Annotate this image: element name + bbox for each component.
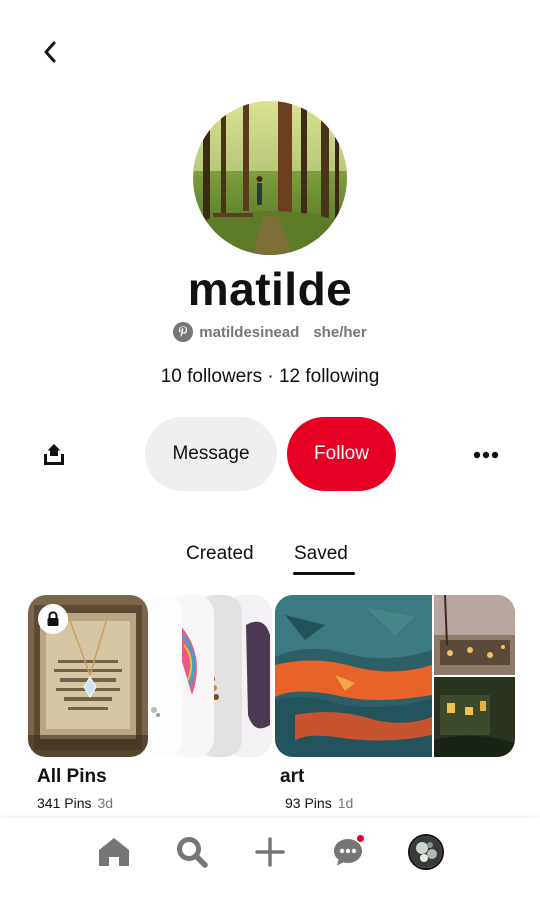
more-horizontal-icon: [473, 451, 499, 459]
board-meta: 341 Pins 3d: [28, 795, 272, 811]
board-cover-collage: [275, 595, 515, 757]
board-card-art[interactable]: art 93 Pins 1d: [275, 595, 515, 811]
chevron-left-icon: [44, 41, 56, 63]
back-button[interactable]: [30, 34, 70, 70]
nav-search[interactable]: [172, 832, 212, 872]
profile-avatar[interactable]: [193, 101, 347, 255]
message-button[interactable]: Message: [145, 417, 277, 491]
follow-stats[interactable]: 10 followers · 12 following: [0, 366, 540, 388]
tab-created[interactable]: Created: [186, 543, 254, 565]
pinterest-logo-icon: [173, 322, 194, 342]
nav-home[interactable]: [94, 832, 134, 872]
nav-create[interactable]: [250, 832, 290, 872]
home-icon: [99, 838, 129, 866]
notification-dot: [356, 834, 365, 843]
share-icon: [44, 444, 64, 465]
board-age: 3d: [97, 795, 114, 811]
nav-profile-avatar: [408, 834, 444, 870]
profile-pronouns: she/her: [313, 323, 367, 341]
more-options-button[interactable]: [466, 440, 506, 470]
board-pin-count: 341 Pins: [37, 795, 92, 811]
secret-board-badge: [38, 604, 68, 634]
board-cover-image: [275, 595, 515, 757]
bottom-navigation: [0, 818, 540, 900]
plus-icon: [255, 837, 285, 867]
board-title: All Pins: [37, 766, 107, 787]
active-tab-indicator: [293, 572, 355, 575]
avatar-image: [193, 101, 347, 255]
follow-button[interactable]: Follow: [287, 417, 396, 491]
board-age: 1d: [337, 795, 354, 811]
nav-messages[interactable]: [328, 832, 368, 872]
nav-profile[interactable]: [406, 832, 446, 872]
search-icon: [177, 837, 208, 868]
profile-display-name: matilde: [187, 263, 353, 315]
profile-username: matildesinead: [199, 323, 300, 341]
board-cover-stack: [28, 595, 272, 757]
lock-icon: [47, 611, 59, 626]
tab-saved[interactable]: Saved: [294, 543, 348, 565]
board-title: art: [280, 766, 305, 787]
board-pin-count: 93 Pins: [285, 795, 332, 811]
board-meta: 93 Pins 1d: [275, 795, 515, 811]
profile-tabs: Created Saved: [0, 543, 540, 583]
board-card-all-pins[interactable]: All Pins 341 Pins 3d: [28, 595, 272, 811]
share-button[interactable]: [36, 437, 72, 473]
profile-handle-row: matildesinead she/her: [0, 322, 540, 342]
